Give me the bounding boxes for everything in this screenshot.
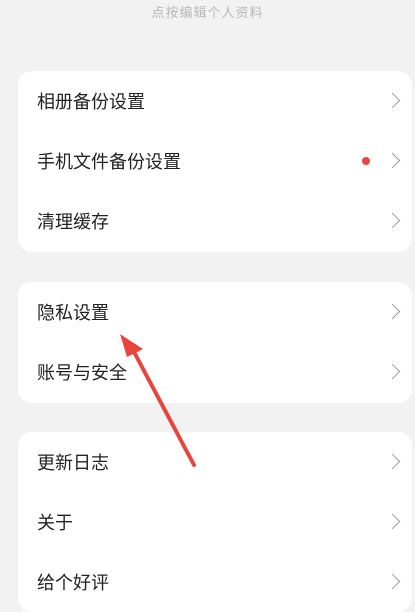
notification-dot-icon bbox=[362, 157, 370, 165]
chevron-right-icon bbox=[384, 212, 401, 229]
edit-profile-hint[interactable]: 点按编辑个人资料 bbox=[0, 2, 415, 21]
row-album-backup[interactable]: 相册备份设置 bbox=[18, 71, 412, 131]
chevron-right-icon bbox=[384, 573, 401, 590]
row-label: 清理缓存 bbox=[37, 212, 109, 233]
row-privacy-settings[interactable]: 隐私设置 bbox=[18, 282, 412, 342]
chevron-right-icon bbox=[384, 92, 401, 109]
settings-group-privacy: 隐私设置 账号与安全 bbox=[18, 282, 412, 403]
settings-group-backup: 相册备份设置 手机文件备份设置 清理缓存 bbox=[18, 71, 412, 252]
row-label: 相册备份设置 bbox=[37, 92, 145, 113]
row-phone-file-backup[interactable]: 手机文件备份设置 bbox=[18, 131, 412, 191]
row-label: 给个好评 bbox=[37, 573, 109, 594]
row-label: 隐私设置 bbox=[37, 303, 109, 324]
row-label: 更新日志 bbox=[37, 453, 109, 474]
chevron-right-icon bbox=[384, 152, 401, 169]
row-rate-app[interactable]: 给个好评 bbox=[18, 552, 412, 612]
chevron-right-icon bbox=[384, 303, 401, 320]
row-label: 关于 bbox=[37, 513, 73, 534]
row-changelog[interactable]: 更新日志 bbox=[18, 432, 412, 492]
row-label: 账号与安全 bbox=[37, 363, 127, 384]
chevron-right-icon bbox=[384, 453, 401, 470]
row-account-security[interactable]: 账号与安全 bbox=[18, 342, 412, 402]
row-about[interactable]: 关于 bbox=[18, 492, 412, 552]
chevron-right-icon bbox=[384, 513, 401, 530]
settings-group-about: 更新日志 关于 给个好评 bbox=[18, 432, 412, 612]
row-label: 手机文件备份设置 bbox=[37, 152, 181, 173]
row-clear-cache[interactable]: 清理缓存 bbox=[18, 191, 412, 251]
chevron-right-icon bbox=[384, 363, 401, 380]
